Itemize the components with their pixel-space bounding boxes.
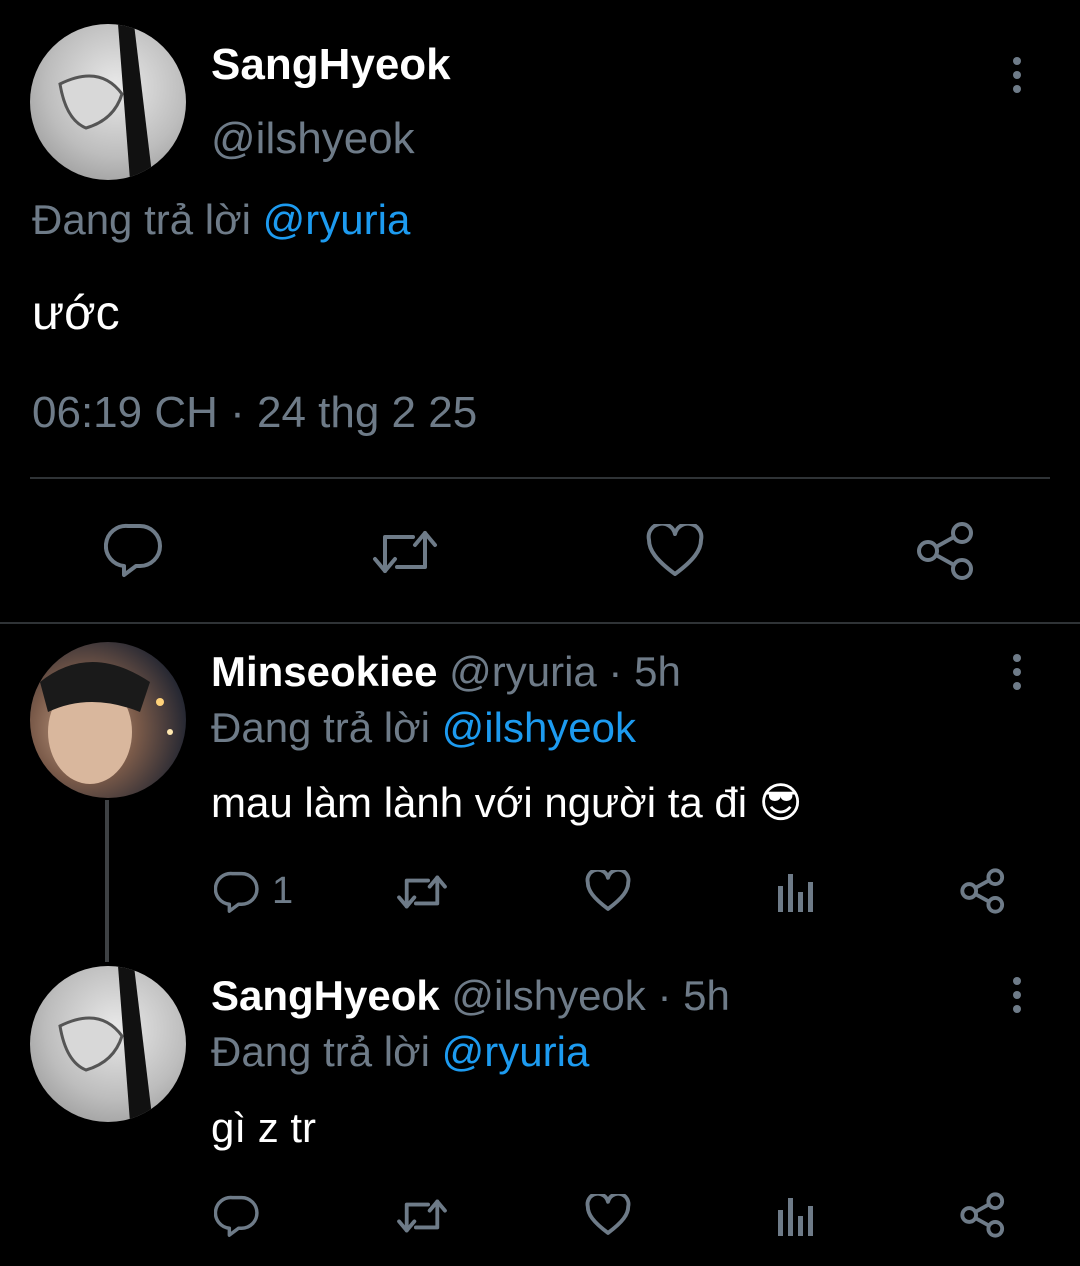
reply-author-name[interactable]: SangHyeok xyxy=(211,972,440,1019)
like-icon[interactable] xyxy=(585,1194,631,1236)
like-icon[interactable] xyxy=(585,870,631,912)
reply-icon[interactable] xyxy=(214,870,260,914)
reply-header: Minseokiee @ryuria · 5h xyxy=(211,648,681,696)
like-icon[interactable] xyxy=(646,524,704,578)
reply-icon[interactable] xyxy=(214,1194,260,1238)
thread-line xyxy=(105,800,109,962)
reply-handle-time[interactable]: @ryuria · 5h xyxy=(449,648,681,695)
more-options-icon[interactable] xyxy=(1005,975,1029,1015)
author-handle[interactable]: @ilshyeok xyxy=(211,114,415,164)
reply-author-name[interactable]: Minseokiee xyxy=(211,648,437,695)
replying-prefix: Đang trả lời xyxy=(211,1028,430,1075)
replying-prefix: Đang trả lời xyxy=(211,704,430,751)
reply-icon[interactable] xyxy=(104,522,164,578)
reply-count: 1 xyxy=(272,870,294,912)
tweet-timestamp[interactable]: 06:19 CH · 24 thg 2 25 xyxy=(32,388,477,438)
retweet-icon[interactable] xyxy=(371,527,439,577)
reply-text: gì z tr xyxy=(211,1104,317,1151)
tweet-text: ước xyxy=(32,287,120,340)
mention-link[interactable]: @ryuria xyxy=(263,196,411,243)
retweet-icon[interactable] xyxy=(396,1196,448,1236)
mention-link[interactable]: @ilshyeok xyxy=(442,704,636,751)
reply-text-body: mau làm lành với người ta đi xyxy=(211,779,748,826)
views-icon[interactable] xyxy=(776,1194,816,1236)
reply-avatar[interactable] xyxy=(30,966,186,1122)
more-options-icon[interactable] xyxy=(1005,652,1029,692)
emoji: 😎 xyxy=(758,779,803,826)
reply-handle-time[interactable]: @ilshyeok · 5h xyxy=(451,972,729,1019)
section-divider xyxy=(0,622,1080,624)
replying-to-line: Đang trả lời @ilshyeok xyxy=(211,704,636,752)
reply-header: SangHyeok @ilshyeok · 5h xyxy=(211,972,730,1020)
share-icon[interactable] xyxy=(960,1192,1006,1238)
more-options-icon[interactable] xyxy=(1005,55,1029,95)
views-icon[interactable] xyxy=(776,870,816,912)
divider xyxy=(30,477,1050,479)
share-icon[interactable] xyxy=(916,521,976,581)
replying-to-line: Đang trả lời @ryuria xyxy=(32,196,410,244)
retweet-icon[interactable] xyxy=(396,872,448,912)
mention-link[interactable]: @ryuria xyxy=(442,1028,590,1075)
share-icon[interactable] xyxy=(960,868,1006,914)
author-avatar[interactable] xyxy=(30,24,186,180)
reply-text: mau làm lành với người ta đi 😎 xyxy=(211,778,803,827)
replying-to-line: Đang trả lời @ryuria xyxy=(211,1028,589,1076)
reply-avatar[interactable] xyxy=(30,642,186,798)
replying-prefix: Đang trả lời xyxy=(32,196,251,243)
author-name[interactable]: SangHyeok xyxy=(211,40,451,90)
